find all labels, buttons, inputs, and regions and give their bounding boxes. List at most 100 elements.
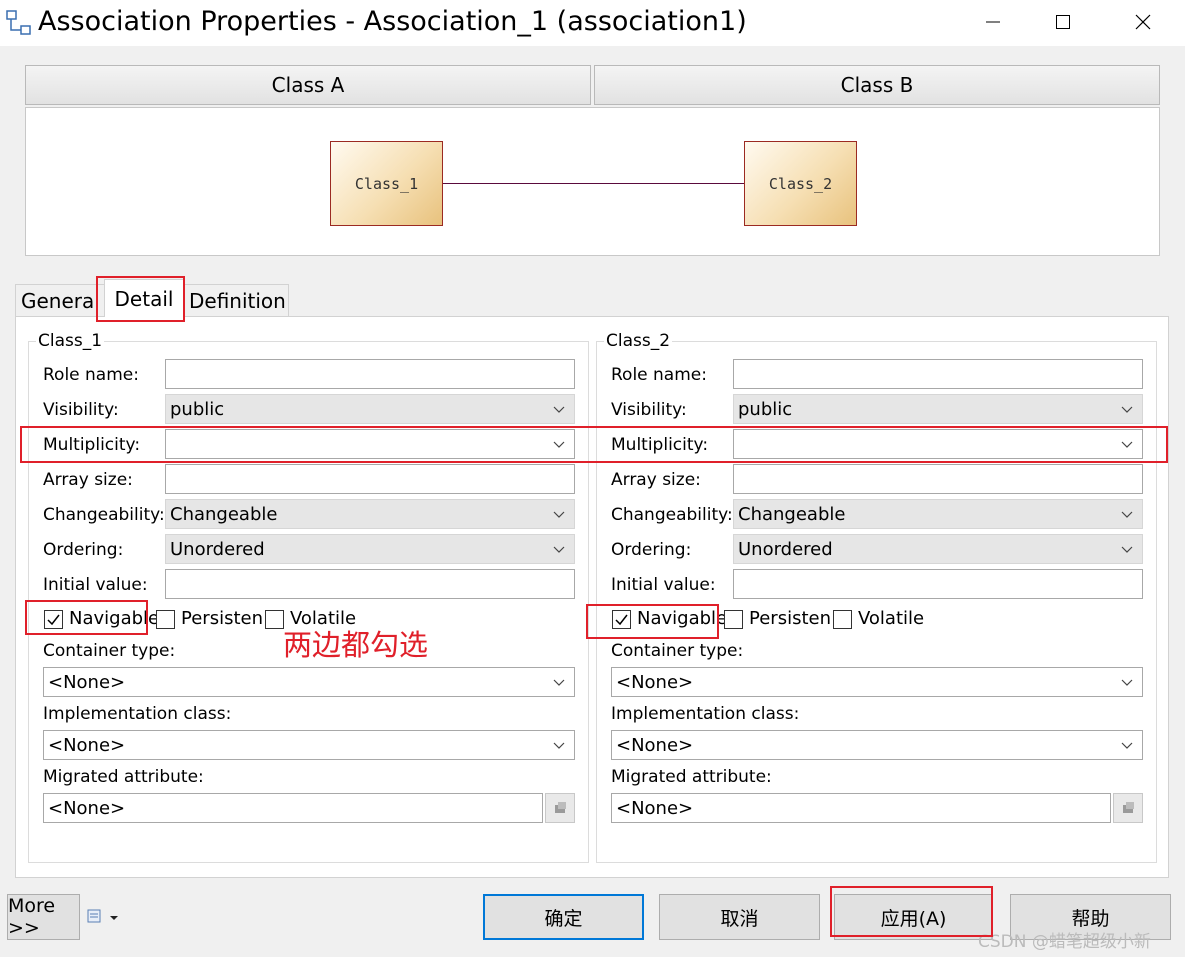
ordering-select[interactable]: Unordered	[165, 534, 575, 564]
visibility-label: Visibility:	[611, 400, 687, 420]
migrated-attribute-label: Migrated attribute:	[43, 767, 204, 787]
detail-panel: Class_1 Role name: Visibility: public Mu…	[15, 316, 1169, 878]
role-name-field[interactable]	[165, 359, 575, 389]
window-title: Association Properties - Association_1 (…	[38, 6, 747, 37]
association-diagram: Class_1 Class_2	[25, 107, 1160, 256]
migrated-attribute-browse-button[interactable]	[545, 793, 575, 823]
visibility-label: Visibility:	[43, 400, 119, 420]
visibility-value: public	[738, 398, 793, 420]
initial-value-label: Initial value:	[43, 575, 148, 595]
array-size-label: Array size:	[611, 470, 701, 490]
class1-symbol[interactable]: Class_1	[330, 141, 443, 226]
changeability-value: Changeable	[170, 503, 278, 525]
container-type-label: Container type:	[43, 641, 176, 661]
properties-icon	[1123, 802, 1134, 813]
ordering-label: Ordering:	[43, 540, 124, 560]
printer-icon	[87, 909, 118, 923]
role-name-field[interactable]	[733, 359, 1143, 389]
chevron-down-icon	[1121, 406, 1133, 413]
container-type-value: <None>	[616, 671, 694, 693]
apply-button-highlight	[830, 886, 993, 937]
cancel-button[interactable]: 取消	[659, 894, 820, 940]
initial-value-label: Initial value:	[611, 575, 716, 595]
changeability-label: Changeability:	[43, 505, 165, 525]
chevron-down-icon	[553, 406, 565, 413]
ordering-value: Unordered	[170, 538, 265, 560]
detail-tab-highlight	[96, 276, 185, 322]
visibility-select[interactable]: public	[733, 394, 1143, 424]
array-size-field[interactable]	[165, 464, 575, 494]
migrated-attribute-field[interactable]: <None>	[611, 793, 1111, 823]
migrated-attribute-label: Migrated attribute:	[611, 767, 772, 787]
annotation-note: 两边都勾选	[283, 628, 429, 662]
migrated-attribute-browse-button[interactable]	[1113, 793, 1143, 823]
initial-value-field[interactable]	[733, 569, 1143, 599]
volatile-checkbox[interactable]	[833, 610, 852, 629]
implementation-class-select[interactable]: <None>	[43, 730, 575, 760]
ordering-select[interactable]: Unordered	[733, 534, 1143, 564]
container-type-value: <None>	[48, 671, 126, 693]
minimize-button[interactable]	[970, 0, 1016, 44]
maximize-icon	[1056, 15, 1070, 29]
volatile-label: Volatile	[858, 608, 925, 629]
implementation-class-select[interactable]: <None>	[611, 730, 1143, 760]
association-app-icon	[6, 10, 31, 35]
chevron-down-icon	[553, 742, 565, 749]
chevron-down-icon	[1121, 546, 1133, 553]
ordering-value: Unordered	[738, 538, 833, 560]
class2-group: Class_2 Role name: Visibility: public Mu…	[596, 331, 1157, 863]
navigable-highlight-class2	[586, 604, 719, 639]
watermark: CSDN @蜡笔超级小新	[978, 932, 1151, 952]
visibility-value: public	[170, 398, 225, 420]
close-icon	[1135, 14, 1151, 30]
print-menu-button[interactable]	[86, 906, 120, 932]
chevron-down-icon	[553, 511, 565, 518]
container-type-label: Container type:	[611, 641, 744, 661]
volatile-checkbox[interactable]	[265, 610, 284, 629]
persistent-label: Persisten	[181, 608, 263, 629]
implementation-class-label: Implementation class:	[611, 704, 800, 724]
ordering-label: Ordering:	[611, 540, 692, 560]
changeability-label: Changeability:	[611, 505, 733, 525]
tab-definition[interactable]: Definition	[183, 284, 289, 317]
association-line	[442, 183, 745, 184]
array-size-label: Array size:	[43, 470, 133, 490]
chevron-down-icon	[1121, 511, 1133, 518]
more-button[interactable]: More >>	[7, 894, 80, 940]
visibility-select[interactable]: public	[165, 394, 575, 424]
group-title: Class_1	[36, 331, 105, 351]
tab-general[interactable]: General	[15, 284, 107, 317]
changeability-value: Changeable	[738, 503, 846, 525]
chevron-down-icon	[553, 679, 565, 686]
title-bar: Association Properties - Association_1 (…	[0, 0, 1185, 46]
chevron-down-icon	[553, 546, 565, 553]
container-type-select[interactable]: <None>	[611, 667, 1143, 697]
persistent-label: Persisten	[749, 608, 831, 629]
changeability-select[interactable]: Changeable	[733, 499, 1143, 529]
minimize-icon	[986, 21, 1000, 23]
properties-icon	[555, 802, 566, 813]
multiplicity-highlight	[20, 426, 1168, 463]
container-type-select[interactable]: <None>	[43, 667, 575, 697]
chevron-down-icon	[1121, 742, 1133, 749]
changeability-select[interactable]: Changeable	[165, 499, 575, 529]
class-a-button[interactable]: Class A	[25, 65, 591, 105]
chevron-down-icon	[1121, 679, 1133, 686]
navigable-highlight-class1	[25, 600, 148, 635]
array-size-field[interactable]	[733, 464, 1143, 494]
group-title: Class_2	[604, 331, 673, 351]
class2-symbol[interactable]: Class_2	[744, 141, 857, 226]
persistent-checkbox[interactable]	[156, 610, 175, 629]
role-name-label: Role name:	[43, 365, 139, 385]
initial-value-field[interactable]	[165, 569, 575, 599]
maximize-button[interactable]	[1040, 0, 1086, 44]
implementation-class-value: <None>	[616, 734, 694, 756]
implementation-class-value: <None>	[48, 734, 126, 756]
migrated-attribute-field[interactable]: <None>	[43, 793, 543, 823]
persistent-checkbox[interactable]	[724, 610, 743, 629]
ok-button[interactable]: 确定	[483, 894, 644, 940]
implementation-class-label: Implementation class:	[43, 704, 232, 724]
role-name-label: Role name:	[611, 365, 707, 385]
close-button[interactable]	[1120, 0, 1166, 44]
class-b-button[interactable]: Class B	[594, 65, 1160, 105]
